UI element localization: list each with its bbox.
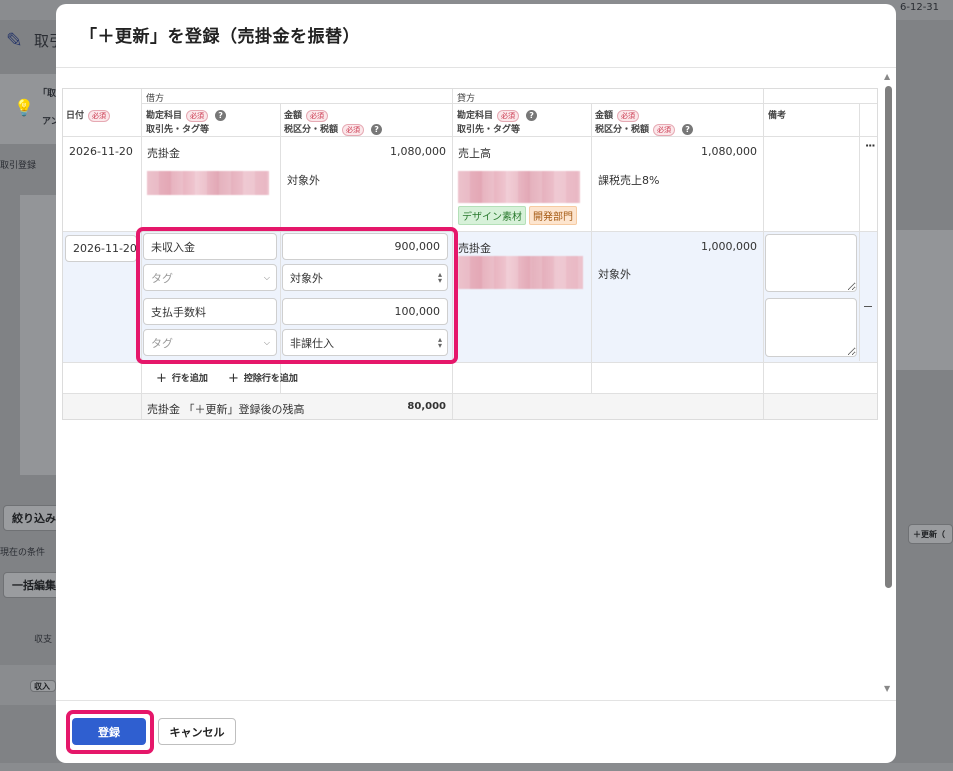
required-badge: 必須 — [653, 124, 676, 136]
header-tax-label: 税区分・税額 — [284, 125, 339, 135]
edit-line1-memo-textarea[interactable] — [765, 234, 857, 292]
cancel-button[interactable]: キャンセル — [158, 718, 236, 745]
required-badge: 必須 — [88, 110, 111, 122]
row1-credit-account: 売上高 — [458, 147, 491, 160]
background-form-panel — [20, 195, 56, 475]
header-amount-label: 金額 — [284, 111, 303, 121]
header-debit-partner: 取引先・タグ等 — [146, 125, 210, 135]
edit-line2-memo-textarea[interactable] — [765, 298, 857, 357]
register-button[interactable]: 登録 — [72, 718, 146, 745]
col-divider — [141, 394, 142, 419]
row-divider — [141, 103, 877, 104]
add-deduction-row-link[interactable]: + 控除行を追加 — [228, 371, 298, 386]
required-badge: 必須 — [617, 110, 640, 122]
help-icon[interactable]: ? — [215, 110, 227, 121]
row-menu-icon[interactable]: ··· — [865, 139, 876, 152]
row1-tag-dev: 開発部門 — [529, 206, 577, 225]
bulb-icon: 💡 — [14, 98, 34, 117]
remove-line-icon[interactable] — [864, 306, 872, 307]
header-credit-partner: 取引先・タグ等 — [457, 125, 521, 135]
background-update-button: ＋更新（ — [908, 524, 953, 544]
row1-credit-partner-redacted — [458, 171, 580, 203]
header-amount-label: 金額 — [595, 111, 614, 121]
row1-credit-tax: 課税売上8% — [598, 174, 660, 187]
modal-scrollbar[interactable]: ▲ ▼ — [883, 72, 893, 695]
highlight-box — [136, 227, 458, 364]
row1-credit-amount: 1,080,000 — [701, 145, 757, 158]
row1-debit-partner-redacted — [147, 171, 269, 195]
edit-row-date-input[interactable]: 2026-11-20 — [65, 235, 137, 262]
scroll-down-icon[interactable]: ▼ — [884, 684, 890, 693]
background-filter-button: 絞り込み — [3, 505, 63, 531]
background-bulb-text-1: 「取 — [38, 89, 57, 99]
edit-row-credit-account: 売掛金 — [458, 242, 491, 255]
pen-icon: ✎ — [6, 28, 23, 52]
register-modal: 「＋更新」を登録（売掛金を振替） 借方 貸方 日付 必須 勘定科目 必須? 取引先・… — [56, 4, 896, 763]
col-divider — [859, 103, 860, 361]
background-right-panel — [896, 230, 953, 370]
journal-table: 借方 貸方 日付 必須 勘定科目 必須? 取引先・タグ等 金額 必須 税区分・税額 必須… — [62, 88, 878, 420]
background-income-badge: 収入 — [30, 680, 56, 692]
row-divider — [63, 136, 877, 137]
plus-icon: + — [228, 371, 239, 386]
header-debit-tax: 税区分・税額 必須? — [284, 122, 383, 136]
edit-row-credit-partner-redacted — [458, 256, 583, 289]
help-icon[interactable]: ? — [371, 124, 383, 135]
required-badge: 必須 — [497, 110, 520, 122]
background-register-label: 取引登録 — [0, 161, 37, 171]
scrollbar-thumb[interactable] — [885, 86, 892, 588]
header-debit-account: 勘定科目 必須? — [146, 108, 227, 122]
header-tax-label: 税区分・税額 — [595, 125, 650, 135]
col-divider — [591, 103, 592, 419]
edit-row-credit-amount: 1,000,000 — [701, 240, 757, 253]
col-divider — [452, 394, 453, 419]
add-row-label: 行を追加 — [171, 374, 208, 384]
header-date: 日付 必須 — [66, 108, 111, 122]
add-deduction-row-label: 控除行を追加 — [243, 374, 298, 384]
scroll-up-icon[interactable]: ▲ — [884, 72, 890, 81]
row1-debit-account: 売掛金 — [147, 147, 180, 160]
header-credit-amount: 金額 必須 — [595, 108, 640, 122]
background-date: 6-12-31 — [900, 2, 940, 13]
balance-value: 80,000 — [407, 401, 446, 412]
edit-row-credit-tax: 対象外 — [598, 268, 631, 281]
header-credit: 貸方 — [457, 94, 476, 104]
header-debit-amount: 金額 必須 — [284, 108, 329, 122]
add-row-link[interactable]: + 行を追加 — [156, 371, 208, 386]
row1-date: 2026-11-20 — [69, 145, 133, 158]
header-memo: 備考 — [768, 111, 787, 121]
help-icon[interactable]: ? — [526, 110, 538, 121]
required-badge: 必須 — [306, 110, 329, 122]
background-conditions-label: 現在の条件 — [0, 548, 46, 558]
background-scrollbar — [0, 763, 953, 771]
required-badge: 必須 — [186, 110, 209, 122]
row1-tag-design: デザイン素材 — [458, 206, 526, 225]
header-account-label: 勘定科目 — [457, 111, 494, 121]
row1-debit-amount: 1,080,000 — [390, 145, 446, 158]
col-divider — [763, 394, 764, 419]
header-credit-tax: 税区分・税額 必須? — [595, 122, 694, 136]
header-debit: 借方 — [146, 94, 165, 104]
background-bulk-edit-button: 一括編集 — [3, 572, 63, 598]
plus-icon: + — [156, 371, 167, 386]
required-badge: 必須 — [342, 124, 365, 136]
header-date-label: 日付 — [66, 111, 85, 121]
row1-debit-tax: 対象外 — [287, 174, 320, 187]
title-divider — [56, 67, 896, 68]
col-divider — [763, 89, 764, 419]
footer-divider — [56, 700, 896, 701]
header-credit-account: 勘定科目 必須? — [457, 108, 538, 122]
background-col-header: 収支 — [34, 635, 53, 645]
modal-title: 「＋更新」を登録（売掛金を振替） — [80, 27, 360, 47]
help-icon[interactable]: ? — [682, 124, 694, 135]
header-account-label: 勘定科目 — [146, 111, 183, 121]
balance-label: 売掛金 「＋更新」登録後の残高 — [147, 403, 305, 416]
